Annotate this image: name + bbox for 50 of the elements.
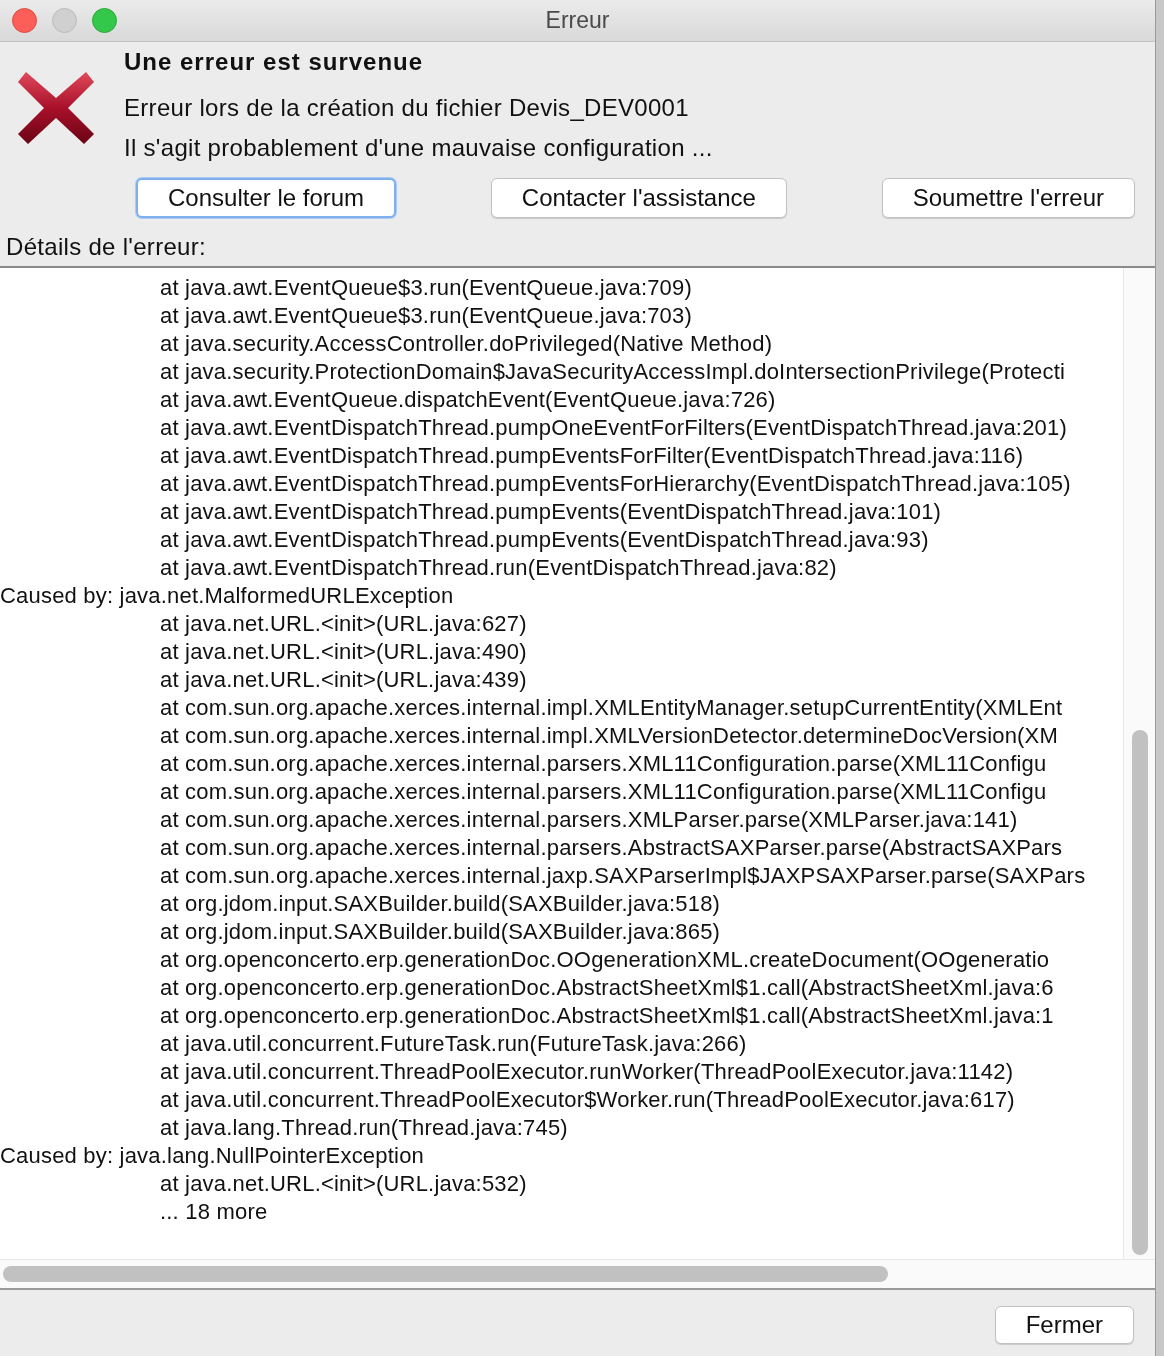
stack-frame-line: at com.sun.org.apache.xerces.internal.impl.XMLEntityManager.setupCurrentEntity(XMLEnt bbox=[159, 694, 1064, 722]
close-button[interactable] bbox=[12, 8, 37, 33]
action-button[interactable]: Soumettre l'erreur bbox=[881, 178, 1135, 218]
scrollbar-thumb[interactable] bbox=[1132, 730, 1148, 1255]
close-button[interactable]: Fermer bbox=[994, 1306, 1134, 1344]
stack-frame-line: at org.openconcerto.erp.generationDoc.AbstractSheetXml$1.call(AbstractSheetXml.java:6 bbox=[159, 974, 1055, 1002]
stack-frame-line: at com.sun.org.apache.xerces.internal.impl.XMLVersionDetector.determineDocVersion(XM bbox=[159, 722, 1060, 750]
stack-frame-line: at com.sun.org.apache.xerces.internal.parsers.AbstractSAXParser.parse(AbstractSAXPars bbox=[159, 834, 1064, 862]
stack-frame-line: at java.awt.EventDispatchThread.pumpEvents(EventDispatchThread.java:93) bbox=[159, 526, 930, 554]
stack-frame-line: at java.net.URL.<init>(URL.java:627) bbox=[159, 610, 528, 638]
stack-frame-line: at java.security.ProtectionDomain$JavaSecurityAccessImpl.doIntersectionPrivilege(Protecti bbox=[159, 358, 1067, 386]
scrollbar-thumb[interactable] bbox=[3, 1266, 888, 1282]
stack-frame-line: at java.net.URL.<init>(URL.java:439) bbox=[159, 666, 528, 694]
stack-frame-line: at com.sun.org.apache.xerces.internal.parsers.XML11Configuration.parse(XML11Configu bbox=[159, 778, 1048, 806]
stack-frame-line: at org.openconcerto.erp.generationDoc.AbstractSheetXml$1.call(AbstractSheetXml.java:1 bbox=[159, 1002, 1055, 1030]
details-label: Détails de l'erreur: bbox=[5, 232, 207, 262]
stack-frame-line: ... 18 more bbox=[159, 1198, 269, 1226]
stack-frame-line: at java.util.concurrent.ThreadPoolExecutor.runWorker(ThreadPoolExecutor.java:1142) bbox=[159, 1058, 1015, 1086]
stack-frame-line: at java.awt.EventQueue$3.run(EventQueue.java:703) bbox=[159, 302, 694, 330]
zoom-button[interactable] bbox=[92, 8, 117, 33]
stack-frame-line: at java.awt.EventQueue.dispatchEvent(EventQueue.java:726) bbox=[159, 386, 777, 414]
stack-frame-line: at java.awt.EventDispatchThread.pumpEventsForHierarchy(EventDispatchThread.java:105) bbox=[159, 470, 1072, 498]
stack-frame-line: at org.jdom.input.SAXBuilder.build(SAXBuilder.java:865) bbox=[159, 918, 722, 946]
stack-frame-line: at org.jdom.input.SAXBuilder.build(SAXBuilder.java:518) bbox=[159, 890, 722, 918]
action-button[interactable]: Contacter l'assistance bbox=[490, 178, 787, 218]
cause-line: Caused by: java.net.MalformedURLException bbox=[0, 582, 455, 610]
stack-frame-line: at java.awt.EventDispatchThread.pumpOneEventForFilters(EventDispatchThread.java:201) bbox=[159, 414, 1068, 442]
stack-frame-line: at com.sun.org.apache.xerces.internal.parsers.XML11Configuration.parse(XML11Configu bbox=[159, 750, 1048, 778]
horizontal-scrollbar[interactable] bbox=[0, 1259, 1155, 1288]
stack-frame-line: at java.awt.EventQueue$3.run(EventQueue.java:709) bbox=[159, 274, 694, 302]
stack-frame-line: at com.sun.org.apache.xerces.internal.parsers.XMLParser.parse(XMLParser.java:141) bbox=[159, 806, 1019, 834]
vertical-scrollbar[interactable] bbox=[1123, 268, 1155, 1259]
error-heading: Une erreur est survenue bbox=[124, 47, 425, 77]
minimize-button[interactable] bbox=[52, 8, 77, 33]
stack-frame-line: at com.sun.org.apache.xerces.internal.jaxp.SAXParserImpl$JAXPSAXParser.parse(SAXPars bbox=[159, 862, 1087, 890]
window-title: Erreur bbox=[545, 7, 610, 34]
stack-frame-line: at java.net.URL.<init>(URL.java:532) bbox=[159, 1170, 528, 1198]
stack-frame-line: at java.util.concurrent.FutureTask.run(FutureTask.java:266) bbox=[159, 1030, 748, 1058]
stack-frame-line: at org.openconcerto.erp.generationDoc.OOgenerationXML.createDocument(OOgeneratio bbox=[159, 946, 1051, 974]
stack-frame-line: at java.lang.Thread.run(Thread.java:745) bbox=[159, 1114, 569, 1142]
stack-frame-line: at java.awt.EventDispatchThread.pumpEventsForFilter(EventDispatchThread.java:116) bbox=[159, 442, 1025, 470]
cause-line: Caused by: java.lang.NullPointerException bbox=[0, 1142, 425, 1170]
error-message: Erreur lors de la création du fichier Devis_DEV0001 bbox=[124, 93, 690, 123]
error-message: Il s'agit probablement d'une mauvaise configuration ... bbox=[124, 133, 714, 163]
stack-frame-line: at java.awt.EventDispatchThread.pumpEvents(EventDispatchThread.java:101) bbox=[159, 498, 943, 526]
stack-frame-line: at java.util.concurrent.ThreadPoolExecutor$Worker.run(ThreadPoolExecutor.java:617) bbox=[159, 1086, 1016, 1114]
stack-frame-line: at java.net.URL.<init>(URL.java:490) bbox=[159, 638, 528, 666]
stack-frame-line: at java.awt.EventDispatchThread.run(EventDispatchThread.java:82) bbox=[159, 554, 838, 582]
action-button[interactable]: Consulter le forum bbox=[136, 178, 397, 218]
stack-frame-line: at java.security.AccessController.doPrivileged(Native Method) bbox=[159, 330, 774, 358]
